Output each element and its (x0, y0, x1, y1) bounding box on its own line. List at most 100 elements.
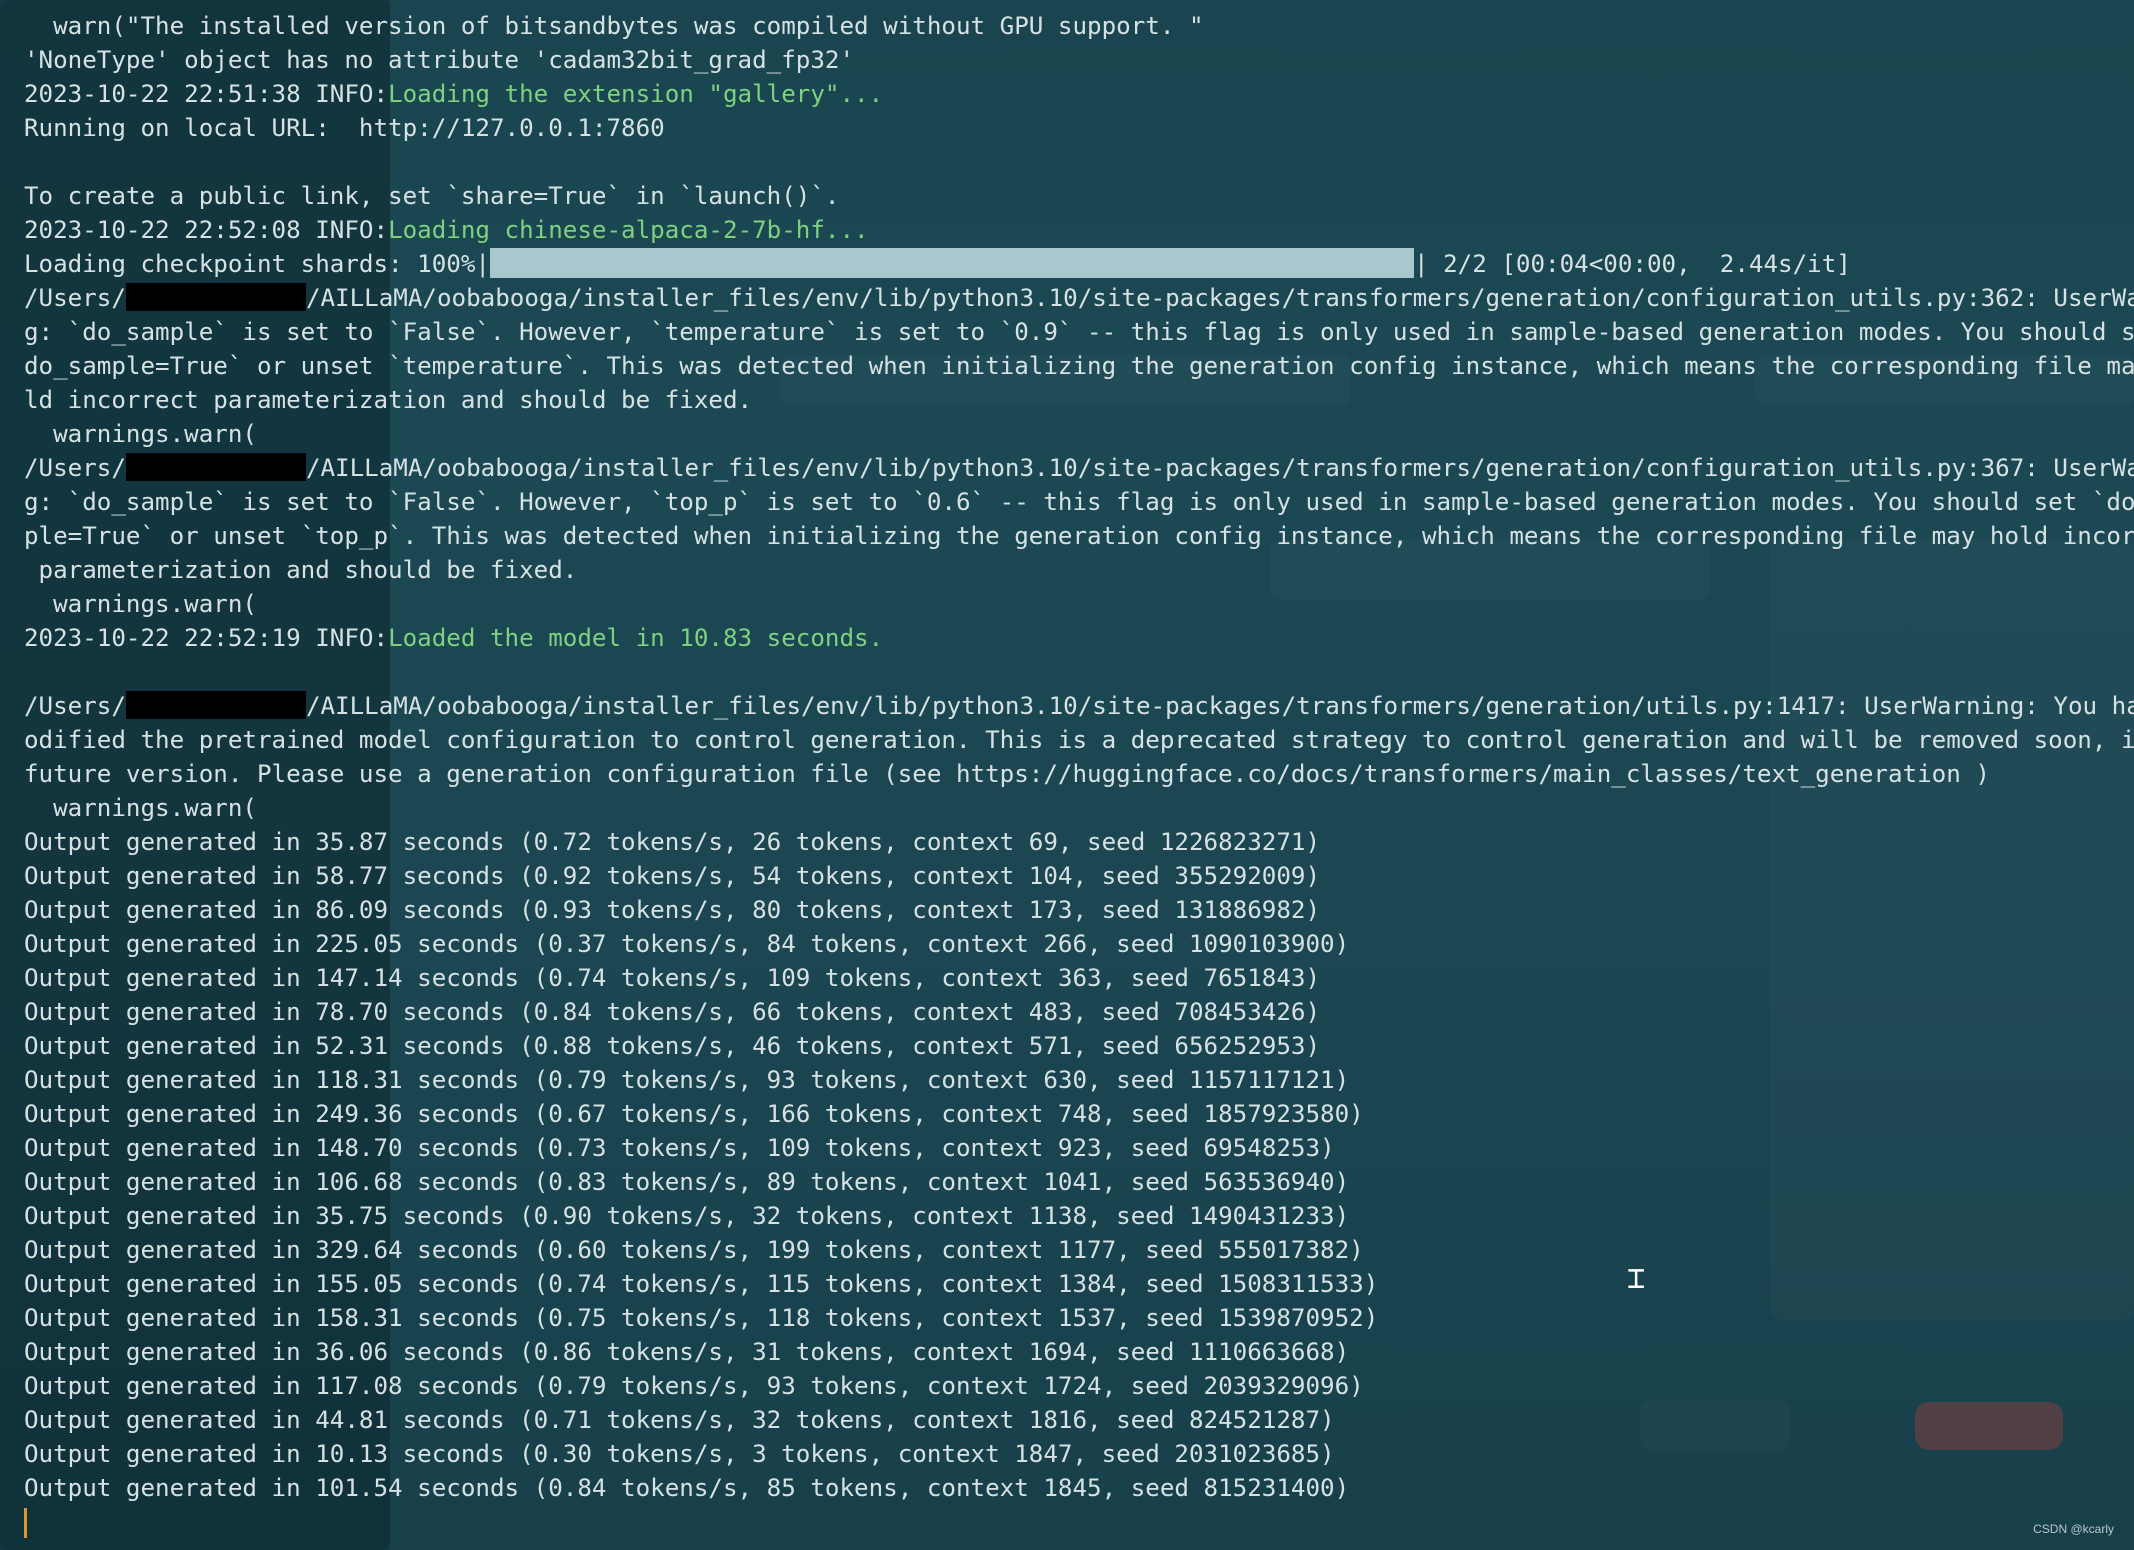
terminal-line: /Users/ /AILLaMA/oobabooga/installer_file… (24, 689, 2134, 723)
line-text: odified the pretrained model configurati… (24, 726, 2134, 754)
line-text: Output generated in 52.31 seconds (0.88 … (24, 1032, 1321, 1060)
line-text: /Users/ (24, 692, 126, 720)
line-text: /Users/ (24, 454, 126, 482)
line-text: g: `do_sample` is set to `False`. Howeve… (24, 488, 2134, 516)
terminal-line: /Users/ /AILLaMA/oobabooga/installer_file… (24, 451, 2134, 485)
line-text: Output generated in 118.31 seconds (0.79… (24, 1066, 1350, 1094)
line-text: Output generated in 10.13 seconds (0.30 … (24, 1440, 1335, 1468)
terminal-line: Output generated in 35.75 seconds (0.90 … (24, 1199, 2134, 1233)
redacted-username (125, 283, 306, 311)
line-text: Output generated in 58.77 seconds (0.92 … (24, 862, 1321, 890)
terminal-line (24, 1505, 2134, 1539)
line-text: Output generated in 86.09 seconds (0.93 … (24, 896, 1321, 924)
redacted-username (125, 453, 306, 481)
info-message: Loading the extension "gallery"... (388, 80, 884, 108)
line-text: Output generated in 329.64 seconds (0.60… (24, 1236, 1364, 1264)
line-text: Output generated in 148.70 seconds (0.73… (24, 1134, 1335, 1162)
info-message: Loaded the model in 10.83 seconds. (388, 624, 884, 652)
line-text: warn("The installed version of bitsandby… (24, 12, 1204, 40)
terminal-line: future version. Please use a generation … (24, 757, 2134, 791)
line-text: Running on local URL: http://127.0.0.1:7… (24, 114, 665, 142)
terminal-line: Output generated in 36.06 seconds (0.86 … (24, 1335, 2134, 1369)
terminal-output[interactable]: warn("The installed version of bitsandby… (24, 9, 2134, 1539)
text-ibeam-cursor-icon: ⌶ (1627, 1261, 1646, 1296)
line-text: /AILLaMA/oobabooga/installer_files/env/l… (305, 284, 2134, 312)
redacted-username (125, 691, 306, 719)
terminal-line: do_sample=True` or unset `temperature`. … (24, 349, 2134, 383)
line-text: 2023-10-22 22:51:38 INFO: (24, 80, 389, 108)
terminal-line: warn("The installed version of bitsandby… (24, 9, 2134, 43)
terminal-line: Output generated in 78.70 seconds (0.84 … (24, 995, 2134, 1029)
terminal-line: Output generated in 44.81 seconds (0.71 … (24, 1403, 2134, 1437)
terminal-line: Output generated in 329.64 seconds (0.60… (24, 1233, 2134, 1267)
terminal-line: To create a public link, set `share=True… (24, 179, 2134, 213)
line-text: | 2/2 [00:04<00:00, 2.44s/it] (1414, 250, 1851, 278)
line-text: /AILLaMA/oobabooga/installer_files/env/l… (305, 692, 2134, 720)
terminal-line: Output generated in 10.13 seconds (0.30 … (24, 1437, 2134, 1471)
terminal-line: odified the pretrained model configurati… (24, 723, 2134, 757)
line-text: Loading checkpoint shards: 100%| (24, 250, 490, 278)
line-text: do_sample=True` or unset `temperature`. … (24, 352, 2134, 380)
line-text: Output generated in 155.05 seconds (0.74… (24, 1270, 1379, 1298)
terminal-line: 2023-10-22 22:52:08 INFO:Loading chinese… (24, 213, 2134, 247)
line-text: Output generated in 35.75 seconds (0.90 … (24, 1202, 1350, 1230)
terminal-line: Output generated in 117.08 seconds (0.79… (24, 1369, 2134, 1403)
line-text: Output generated in 101.54 seconds (0.84… (24, 1474, 1350, 1502)
terminal-line: Output generated in 52.31 seconds (0.88 … (24, 1029, 2134, 1063)
terminal-line: Output generated in 147.14 seconds (0.74… (24, 961, 2134, 995)
line-text: ld incorrect parameterization and should… (24, 386, 753, 414)
line-text: Output generated in 225.05 seconds (0.37… (24, 930, 1350, 958)
line-text: warnings.warn( (24, 794, 257, 822)
line-text: Output generated in 158.31 seconds (0.75… (24, 1304, 1379, 1332)
terminal-line: Output generated in 148.70 seconds (0.73… (24, 1131, 2134, 1165)
terminal-line: g: `do_sample` is set to `False`. Howeve… (24, 315, 2134, 349)
line-text: parameterization and should be fixed. (24, 556, 578, 584)
line-text: ple=True` or unset `top_p`. This was det… (24, 522, 2134, 550)
line-text: Output generated in 44.81 seconds (0.71 … (24, 1406, 1335, 1434)
terminal-line: Output generated in 225.05 seconds (0.37… (24, 927, 2134, 961)
terminal-line: warnings.warn( (24, 417, 2134, 451)
line-text: g: `do_sample` is set to `False`. Howeve… (24, 318, 2134, 346)
terminal-line: Output generated in 101.54 seconds (0.84… (24, 1471, 2134, 1505)
terminal-line: Loading checkpoint shards: 100%| | 2/2 [0… (24, 247, 2134, 281)
terminal-line: Output generated in 106.68 seconds (0.83… (24, 1165, 2134, 1199)
line-text: To create a public link, set `share=True… (24, 182, 840, 210)
line-text: warnings.warn( (24, 420, 257, 448)
terminal-line: 2023-10-22 22:51:38 INFO:Loading the ext… (24, 77, 2134, 111)
info-message: Loading chinese-alpaca-2-7b-hf... (388, 216, 869, 244)
terminal-line: Output generated in 118.31 seconds (0.79… (24, 1063, 2134, 1097)
line-text: Output generated in 106.68 seconds (0.83… (24, 1168, 1350, 1196)
terminal-line: parameterization and should be fixed. (24, 553, 2134, 587)
line-text: Output generated in 36.06 seconds (0.86 … (24, 1338, 1350, 1366)
line-text: /Users/ (24, 284, 126, 312)
terminal-line: g: `do_sample` is set to `False`. Howeve… (24, 485, 2134, 519)
terminal-line: 2023-10-22 22:52:19 INFO:Loaded the mode… (24, 621, 2134, 655)
terminal-line: ld incorrect parameterization and should… (24, 383, 2134, 417)
line-text: Output generated in 249.36 seconds (0.67… (24, 1100, 1364, 1128)
terminal-line: /Users/ /AILLaMA/oobabooga/installer_file… (24, 281, 2134, 315)
terminal-line: 'NoneType' object has no attribute 'cada… (24, 43, 2134, 77)
terminal-window[interactable]: warn("The installed version of bitsandby… (0, 0, 2134, 1550)
line-text: 2023-10-22 22:52:08 INFO: (24, 216, 389, 244)
terminal-line: Output generated in 249.36 seconds (0.67… (24, 1097, 2134, 1131)
terminal-line: warnings.warn( (24, 791, 2134, 825)
line-text: future version. Please use a generation … (24, 760, 1990, 788)
line-text: 'NoneType' object has no attribute 'cada… (24, 46, 855, 74)
terminal-line: Output generated in 155.05 seconds (0.74… (24, 1267, 2134, 1301)
line-text: Output generated in 35.87 seconds (0.72 … (24, 828, 1321, 856)
terminal-caret (24, 1508, 27, 1538)
checkpoint-progress-bar (490, 248, 1414, 278)
terminal-line: warnings.warn( (24, 587, 2134, 621)
line-text: /AILLaMA/oobabooga/installer_files/env/l… (305, 454, 2134, 482)
line-text: warnings.warn( (24, 590, 257, 618)
terminal-line: Output generated in 35.87 seconds (0.72 … (24, 825, 2134, 859)
line-text: Output generated in 147.14 seconds (0.74… (24, 964, 1321, 992)
terminal-line: Running on local URL: http://127.0.0.1:7… (24, 111, 2134, 145)
terminal-line: ple=True` or unset `top_p`. This was det… (24, 519, 2134, 553)
line-text: Output generated in 117.08 seconds (0.79… (24, 1372, 1364, 1400)
watermark: CSDN @kcarly (2033, 1522, 2114, 1536)
terminal-line: Output generated in 86.09 seconds (0.93 … (24, 893, 2134, 927)
terminal-line: Output generated in 58.77 seconds (0.92 … (24, 859, 2134, 893)
